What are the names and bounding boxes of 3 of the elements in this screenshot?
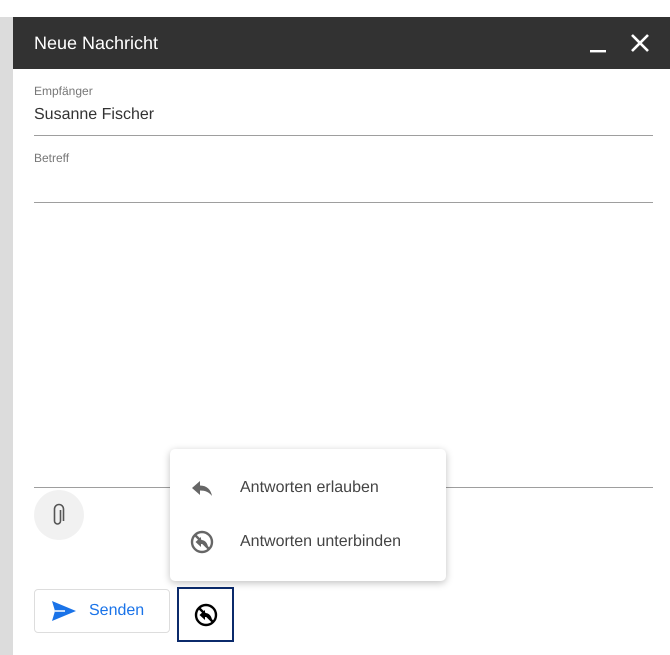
- field-label: Betreff: [34, 151, 70, 165]
- field-label: Empfänger: [34, 84, 94, 98]
- window-title: Neue Nachricht: [34, 32, 160, 54]
